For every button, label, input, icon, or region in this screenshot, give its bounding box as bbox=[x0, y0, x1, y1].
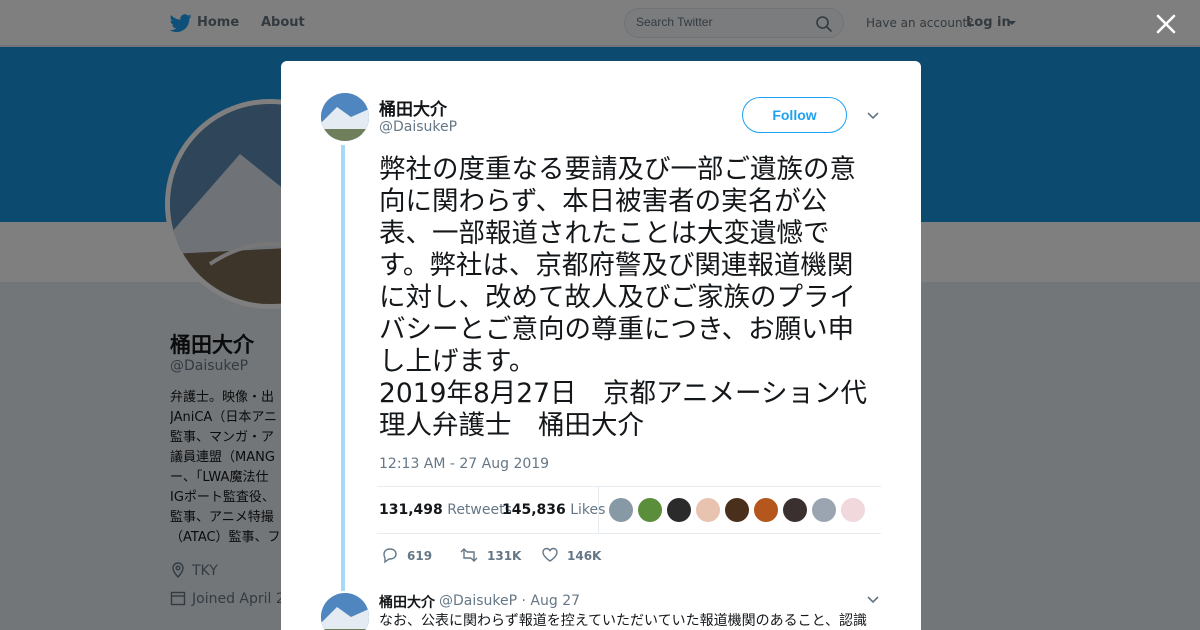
likes-count: 145,836 bbox=[502, 502, 566, 518]
tweet-author-name[interactable]: 桶田大介 bbox=[379, 95, 447, 120]
likes-label: Likes bbox=[570, 502, 606, 518]
mountain-avatar-image bbox=[321, 93, 369, 141]
tweet-text: 弊社の度重なる要請及び一部ご遺族の意 向に関わらず、本日被害者の実名が公 表、一… bbox=[379, 154, 867, 441]
liker-avatar[interactable] bbox=[754, 498, 778, 522]
likes-stat[interactable]: 145,836 Likes bbox=[502, 502, 605, 518]
reply-author-name[interactable]: 桶田大介 bbox=[379, 592, 435, 612]
tweet-timestamp[interactable]: 12:13 AM - 27 Aug 2019 bbox=[379, 456, 549, 472]
liker-avatar[interactable] bbox=[812, 498, 836, 522]
liker-avatar[interactable] bbox=[667, 498, 691, 522]
tweet-author-handle[interactable]: @DaisukeP bbox=[379, 119, 457, 135]
tweet-author-avatar[interactable] bbox=[321, 93, 369, 141]
stats-divider bbox=[598, 487, 599, 534]
reply-action[interactable]: 619 bbox=[381, 546, 432, 564]
follow-button[interactable]: Follow bbox=[742, 97, 847, 133]
tweet-modal: 桶田大介 @DaisukeP Follow 弊社の度重なる要請及び一部ご遺族の意… bbox=[281, 61, 921, 630]
liker-avatar[interactable] bbox=[783, 498, 807, 522]
retweet-count: 131K bbox=[487, 549, 522, 563]
reply-text: なお、公表に関わらず報道を控えていただいていた報道機関のあること、認識 bbox=[379, 613, 868, 629]
heart-icon bbox=[542, 547, 558, 562]
like-action[interactable]: 146K bbox=[541, 546, 601, 564]
reply-count: 619 bbox=[407, 549, 433, 563]
liker-avatar[interactable] bbox=[725, 498, 749, 522]
thread-line bbox=[341, 145, 345, 591]
retweets-count: 131,498 bbox=[379, 502, 443, 518]
reply-author-handle[interactable]: @DaisukeP · Aug 27 bbox=[439, 593, 580, 609]
retweet-action[interactable]: 131K bbox=[459, 546, 521, 564]
liker-avatar[interactable] bbox=[638, 498, 662, 522]
reply-author-avatar[interactable] bbox=[321, 593, 369, 630]
reply-icon bbox=[383, 548, 397, 564]
tweet-stats: 131,498 Retweets 145,836 Likes bbox=[377, 486, 881, 534]
retweets-stat[interactable]: 131,498 Retweets bbox=[379, 502, 512, 518]
liker-avatar[interactable] bbox=[696, 498, 720, 522]
mountain-avatar-image bbox=[321, 593, 369, 630]
liker-avatar[interactable] bbox=[609, 498, 633, 522]
chevron-down-icon[interactable] bbox=[866, 109, 880, 123]
liker-avatar[interactable] bbox=[841, 498, 865, 522]
chevron-down-icon[interactable] bbox=[866, 593, 880, 607]
close-icon[interactable] bbox=[1154, 12, 1178, 36]
retweet-icon bbox=[460, 548, 478, 562]
like-count: 146K bbox=[567, 549, 602, 563]
tweet-actions: 619 131K 146K bbox=[381, 546, 681, 566]
